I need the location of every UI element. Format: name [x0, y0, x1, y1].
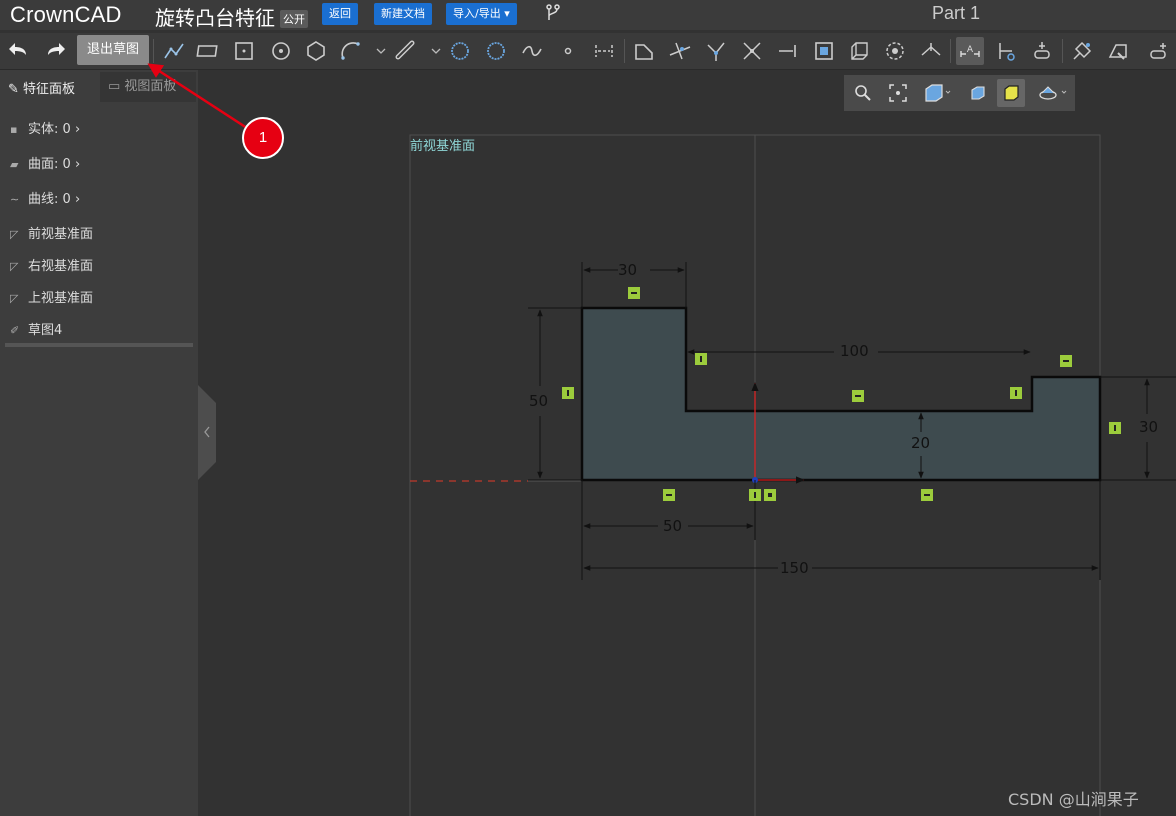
sidebar-scrollbar[interactable]: [5, 343, 193, 347]
dimension-left-height[interactable]: 50: [529, 392, 548, 410]
section-view-icon[interactable]: [1034, 79, 1067, 107]
centerline-icon[interactable]: [590, 37, 618, 65]
map-icon: ▭: [108, 79, 125, 94]
intersection-curve-icon[interactable]: [881, 37, 909, 65]
polyline-icon[interactable]: [160, 37, 188, 65]
part-name: Part 1: [932, 3, 981, 23]
slot-icon[interactable]: [392, 37, 420, 65]
curve-icon: ∼: [10, 193, 20, 206]
plane-icon: ◸: [10, 260, 19, 273]
redo-icon[interactable]: [40, 37, 68, 65]
arc-dropdown-chevron-down-icon[interactable]: [367, 37, 386, 65]
visibility-badge: 公开: [280, 10, 308, 28]
dimension-inner-height[interactable]: 20: [911, 434, 930, 452]
view-toolbar: [844, 75, 1075, 111]
partial-ellipse-icon[interactable]: [482, 37, 510, 65]
sketch-icon: ✐: [10, 324, 20, 337]
tree-item-sketch4[interactable]: ✐ 草图4: [10, 319, 62, 338]
spline-icon[interactable]: [518, 37, 546, 65]
dimension-total-width[interactable]: 150: [780, 559, 809, 577]
sketch-canvas[interactable]: 前视基准面 30 50 100 20 30 50 150: [198, 70, 1176, 816]
tab-view-panel[interactable]: ▭ 视图面板: [100, 72, 196, 102]
view-orientation-icon[interactable]: [920, 79, 951, 107]
tree-item-solids[interactable]: ▪ 实体: 0 ›: [10, 118, 80, 137]
branch-icon[interactable]: [546, 4, 560, 26]
new-document-button[interactable]: 新建文档: [374, 3, 432, 25]
solid-icon: ▪: [10, 123, 18, 136]
tree-item-right-plane[interactable]: ◸ 右视基准面: [10, 255, 93, 274]
repair-sketch-icon[interactable]: [1068, 37, 1096, 65]
title-bar: CrownCAD 旋转凸台特征 公开 返回 新建文档 导入/导出 ▾ Part …: [0, 0, 1176, 30]
zoom-to-fit-icon[interactable]: [884, 79, 912, 107]
rectangle-icon[interactable]: [195, 37, 223, 65]
back-button[interactable]: 返回: [322, 3, 358, 25]
sketch-picture-icon[interactable]: [1104, 37, 1132, 65]
smart-dimension-icon[interactable]: A: [956, 37, 984, 65]
chevron-right-icon: ›: [74, 192, 81, 207]
document-title: 旋转凸台特征: [155, 6, 275, 30]
svg-text:A: A: [967, 45, 974, 55]
dimension-top-width[interactable]: 30: [618, 261, 637, 279]
tree-item-surfaces[interactable]: ▰ 曲面: 0 ›: [10, 153, 80, 172]
plane-icon: ◸: [10, 228, 19, 241]
dimension-offset[interactable]: 50: [663, 517, 682, 535]
undo-icon[interactable]: [6, 37, 34, 65]
convert-entities-icon[interactable]: [810, 37, 838, 65]
import-export-button[interactable]: 导入/导出 ▾: [446, 3, 517, 25]
trim-icon[interactable]: [666, 37, 694, 65]
watermark: CSDN @山涧果子: [1008, 790, 1139, 809]
normal-to-icon[interactable]: [964, 79, 992, 107]
edit-icon: ✎: [8, 82, 24, 97]
extend-icon[interactable]: [702, 37, 730, 65]
ellipse-icon[interactable]: [446, 37, 474, 65]
toolbar-divider: [153, 39, 154, 63]
chevron-right-icon: ›: [74, 122, 81, 137]
constraint-icon[interactable]: [992, 37, 1020, 65]
dimension-right-height[interactable]: 30: [1139, 418, 1158, 436]
exit-sketch-button[interactable]: 退出草图: [77, 35, 149, 65]
tree-item-top-plane[interactable]: ◸ 上视基准面: [10, 287, 93, 306]
shaded-display-icon[interactable]: [997, 79, 1025, 107]
chevron-right-icon: ›: [74, 157, 81, 172]
tree-item-curves[interactable]: ∼ 曲线: 0 ›: [10, 188, 80, 207]
silhouette-icon[interactable]: [917, 37, 945, 65]
plane-label: 前视基准面: [410, 139, 476, 154]
fillet-icon[interactable]: [630, 37, 658, 65]
sketch-profile[interactable]: [580, 306, 1102, 482]
split-icon[interactable]: [738, 37, 766, 65]
center-rectangle-icon[interactable]: [230, 37, 258, 65]
toolbar-divider: [1062, 39, 1063, 63]
tree-item-front-plane[interactable]: ◸ 前视基准面: [10, 223, 93, 242]
tab-feature-panel[interactable]: ✎ 特征面板: [8, 78, 75, 97]
projection-icon[interactable]: [845, 37, 873, 65]
app-logo: CrownCAD: [10, 2, 122, 27]
link-icon[interactable]: [1145, 37, 1173, 65]
zoom-icon[interactable]: [849, 79, 877, 107]
feature-panel: ✎ 特征面板 ▭ 视图面板 ▪ 实体: 0 › ▰ 曲面: 0 › ∼ 曲线: 0 ›…: [0, 70, 198, 816]
fully-define-icon[interactable]: [1028, 37, 1056, 65]
sketch-toolbar: 退出草图 A: [0, 33, 1176, 70]
toolbar-divider: [950, 39, 951, 63]
toolbar-divider: [624, 39, 625, 63]
offset-icon[interactable]: [774, 37, 802, 65]
callout-badge: 1: [242, 117, 284, 159]
slot-dropdown-chevron-down-icon[interactable]: [422, 37, 441, 65]
dimension-step-length[interactable]: 100: [840, 342, 869, 360]
panel-tabs: ✎ 特征面板 ▭ 视图面板: [0, 70, 198, 102]
arc-icon[interactable]: [337, 37, 384, 65]
circle-icon[interactable]: [267, 37, 295, 65]
point-icon[interactable]: [554, 37, 582, 65]
plane-icon: ◸: [10, 292, 19, 305]
surface-icon: ▰: [10, 158, 19, 171]
polygon-icon[interactable]: [302, 37, 330, 65]
